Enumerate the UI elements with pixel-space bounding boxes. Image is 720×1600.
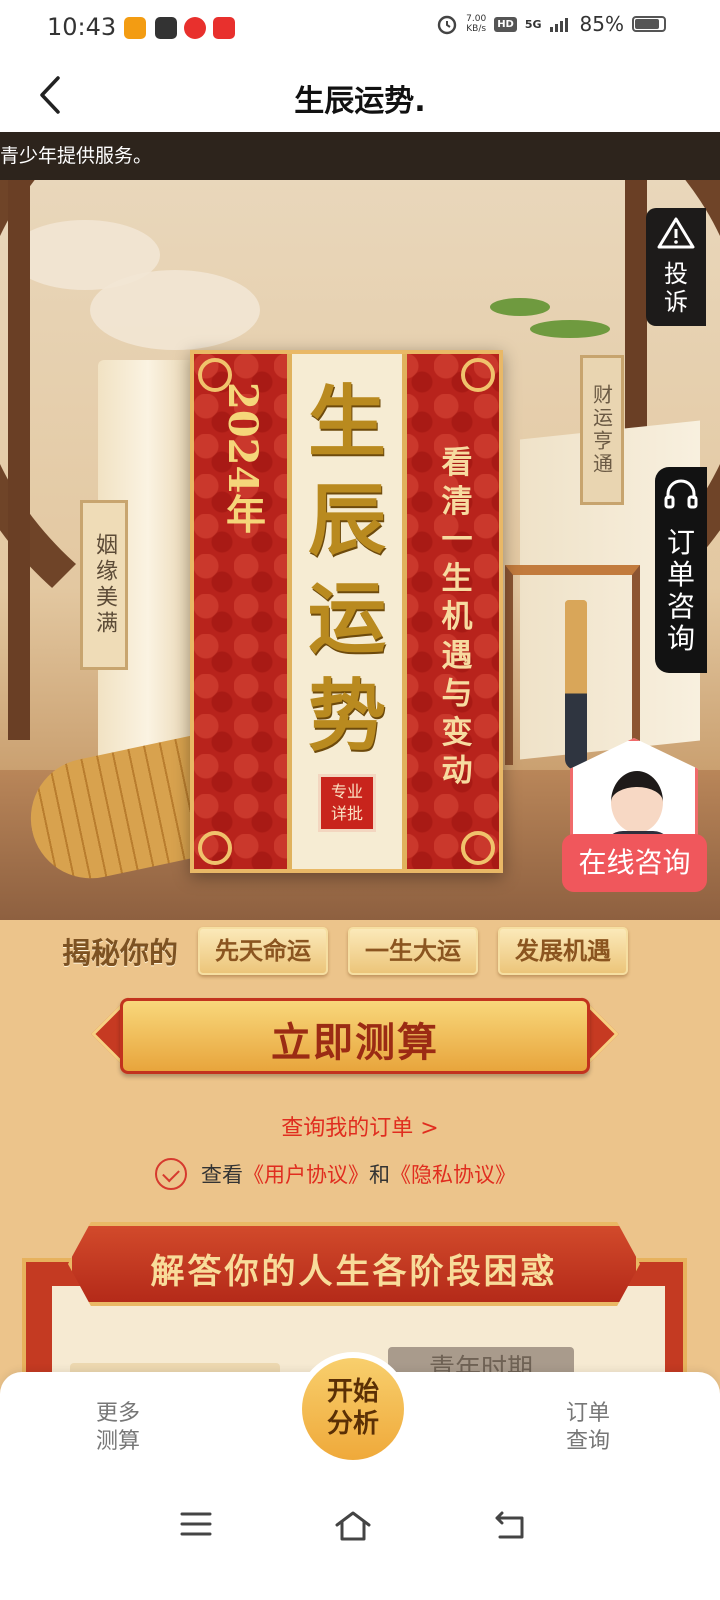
- status-time: 10:43: [47, 13, 117, 41]
- poster-title-char: 辰: [307, 475, 386, 566]
- title-bar: 生辰运势.: [0, 56, 720, 132]
- back-arrow-icon: [495, 1511, 524, 1539]
- poster-corner-ornament: [461, 831, 495, 865]
- warning-triangle-icon: [657, 217, 695, 249]
- poster-corner-ornament: [461, 358, 495, 392]
- order-consult-button[interactable]: 订单 咨询: [655, 467, 707, 673]
- consultant-avatar: [570, 738, 698, 848]
- hd-badge: HD: [494, 16, 517, 32]
- system-nav-bar: [0, 1484, 720, 1600]
- wooden-pillar-left: [8, 180, 30, 740]
- query-order-link[interactable]: 查询我的订单 >: [0, 1110, 720, 1142]
- bonsai-decoration: [490, 298, 550, 316]
- net-speed: 7.00 KB/s: [466, 14, 487, 34]
- menu-button[interactable]: [180, 1510, 212, 1542]
- status-bar: 10:43 7.00 KB/s HD 5G 85%: [0, 0, 720, 56]
- bonsai-decoration: [530, 320, 610, 338]
- nav-start-label: 开始 分析: [302, 1358, 404, 1460]
- reveal-label: 揭秘你的: [62, 936, 179, 970]
- poster-title-char: 运: [307, 573, 386, 664]
- notification-mail-icon: [155, 17, 177, 39]
- menu-icon: [180, 1512, 212, 1536]
- scroll-label-marriage: 姻缘美满: [80, 500, 128, 670]
- poster-title-char: 势: [307, 671, 386, 762]
- poster-title-char: 生: [307, 377, 386, 468]
- alarm-icon: [437, 15, 457, 35]
- privacy-agreement-link[interactable]: 《隐私协议》: [390, 1159, 516, 1189]
- agreement-row: 查看 《用户协议》 和 《隐私协议》: [155, 1158, 516, 1190]
- nav-order-query[interactable]: 订单 查询: [548, 1400, 628, 1456]
- online-consult-button[interactable]: 在线咨询: [562, 738, 707, 893]
- battery-fill: [635, 19, 659, 29]
- notification-app-icon-1: [124, 17, 146, 39]
- poster-seal: 专业 详批: [318, 774, 376, 832]
- complain-button[interactable]: 投诉: [646, 208, 706, 326]
- notice-marquee: 青少年提供服务。: [0, 132, 720, 180]
- signal-icon: [549, 18, 568, 32]
- headset-icon: [664, 479, 698, 509]
- network-type: 5G: [524, 17, 542, 31]
- order-consult-label: 订单 咨询: [666, 526, 695, 655]
- battery-percent: 85%: [579, 12, 624, 36]
- answer-section-title: 解答你的人生各阶段困惑: [150, 1252, 558, 1292]
- user-agreement-link[interactable]: 《用户协议》: [243, 1159, 369, 1189]
- home-button[interactable]: [334, 1510, 372, 1546]
- nav-start-analysis-button[interactable]: 开始 分析: [296, 1352, 410, 1466]
- notification-news-icon: [213, 17, 235, 39]
- page-title: 生辰运势.: [294, 84, 426, 119]
- fortune-poster: 2024年 生 辰 运 势 专业 详批 看清一 生机遇 与变动: [190, 350, 503, 873]
- start-calculation-label: 立即测算: [271, 1019, 439, 1066]
- agreement-and: 和: [369, 1163, 390, 1187]
- poster-year: 2024年: [219, 382, 266, 534]
- status-right-group: 7.00 KB/s HD 5G 85%: [436, 12, 666, 36]
- agreement-prefix: 查看: [201, 1163, 243, 1187]
- online-consult-label: 在线咨询: [562, 834, 707, 892]
- notice-text: 青少年提供服务。: [0, 145, 153, 167]
- start-calculation-button[interactable]: 立即测算: [90, 994, 620, 1078]
- reveal-tag: 先天命运: [198, 927, 329, 975]
- poster-tagline: 看清一 生机遇 与变动: [441, 445, 473, 789]
- poster-center-panel: 生 辰 运 势 专业 详批: [287, 354, 407, 869]
- home-icon: [335, 1511, 371, 1541]
- reveal-tag: 发展机遇: [498, 927, 629, 975]
- back-system-button[interactable]: [494, 1510, 528, 1544]
- consultant-face: [611, 771, 663, 833]
- poster-corner-ornament: [198, 831, 232, 865]
- reveal-row: 揭秘你的 先天命运 一生大运 发展机遇: [62, 926, 662, 976]
- scroll-label-wealth: 财运亨通: [580, 355, 624, 505]
- complain-label: 投诉: [664, 260, 688, 316]
- reveal-tag: 一生大运: [348, 927, 479, 975]
- answer-section-header: 解答你的人生各阶段困惑: [68, 1222, 640, 1306]
- battery-icon: [632, 16, 666, 32]
- notification-video-icon: [184, 17, 206, 39]
- nav-more-calculations[interactable]: 更多 测算: [78, 1400, 158, 1456]
- agreement-checkbox[interactable]: [155, 1158, 187, 1190]
